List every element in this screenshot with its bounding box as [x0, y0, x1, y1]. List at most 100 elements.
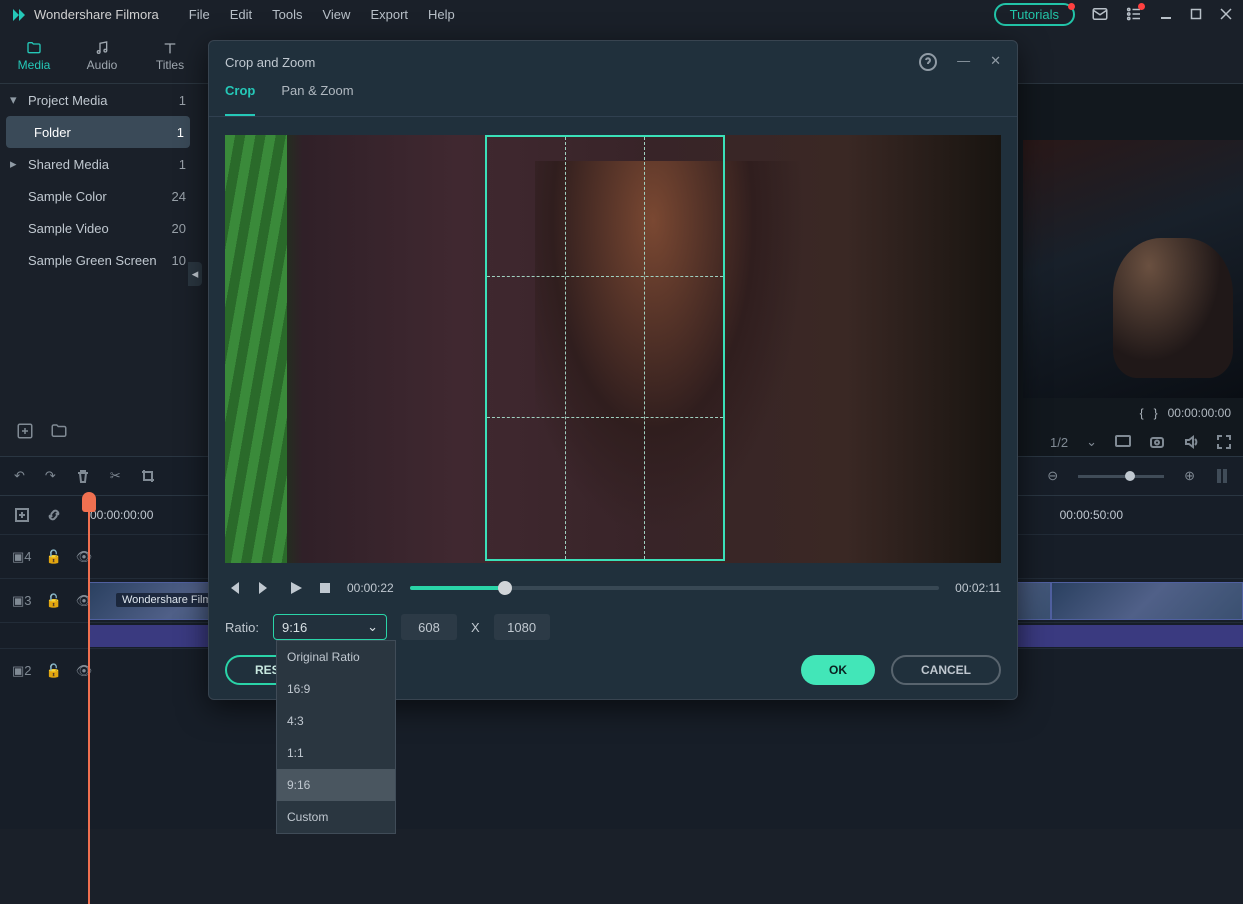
modal-tab-crop[interactable]: Crop: [225, 83, 255, 116]
modal-close-icon[interactable]: ✕: [990, 53, 1001, 71]
width-input[interactable]: 608: [401, 614, 457, 640]
meter-icon[interactable]: [1215, 467, 1229, 485]
display-icon[interactable]: [1115, 434, 1131, 450]
crop-rectangle[interactable]: [485, 135, 725, 561]
play-icon[interactable]: [289, 581, 303, 595]
fullscreen-icon[interactable]: [1217, 435, 1231, 449]
tasks-icon[interactable]: [1125, 5, 1143, 23]
crop-handle-bl[interactable]: [485, 547, 499, 561]
ok-button[interactable]: OK: [801, 655, 875, 685]
ratio-value: 9:16: [282, 620, 307, 635]
tree-item-count: 10: [172, 253, 186, 268]
crop-stage[interactable]: [225, 135, 1001, 563]
brace-right[interactable]: }: [1154, 406, 1158, 420]
total-time: 00:02:11: [955, 581, 1001, 595]
preview-timecode: 00:00:00:00: [1168, 406, 1231, 420]
tree-item-label: Folder: [34, 125, 71, 140]
tutorials-label: Tutorials: [1010, 7, 1059, 22]
modal-playbar: 00:00:22 00:02:11: [209, 571, 1017, 605]
zoom-out-icon[interactable]: ⊖: [1047, 468, 1058, 484]
chevron-down-icon: ▾: [10, 92, 22, 108]
delete-icon[interactable]: [76, 469, 90, 483]
ruler-time-0: 00:00:00:00: [90, 508, 153, 522]
ruler-time-1: 00:00:50:00: [1060, 508, 1123, 522]
lock-icon[interactable]: 🔓: [46, 593, 62, 609]
modal-tab-panzoom[interactable]: Pan & Zoom: [281, 83, 353, 116]
menu-tools[interactable]: Tools: [272, 7, 302, 22]
window-close-button[interactable]: [1219, 7, 1233, 21]
height-input[interactable]: 1080: [494, 614, 550, 640]
crop-icon[interactable]: [141, 469, 155, 483]
ratio-option-4-3[interactable]: 4:3: [277, 705, 395, 737]
crop-zoom-modal: Crop and Zoom — ✕ Crop Pan & Zoom 00:00:…: [208, 40, 1018, 700]
brace-left[interactable]: {: [1140, 406, 1144, 420]
crop-handle-tr[interactable]: [711, 135, 725, 149]
playhead[interactable]: [88, 504, 90, 904]
ratio-option-original[interactable]: Original Ratio: [277, 641, 395, 673]
modal-minimize-icon[interactable]: —: [957, 53, 970, 71]
tab-audio[interactable]: Audio: [68, 28, 136, 83]
crop-handle-br[interactable]: [711, 547, 725, 561]
tree-sample-green-screen[interactable]: Sample Green Screen 10: [0, 244, 196, 276]
redo-icon[interactable]: ↷: [45, 468, 56, 484]
ratio-select[interactable]: 9:16 ⌄: [273, 614, 387, 640]
ratio-option-16-9[interactable]: 16:9: [277, 673, 395, 705]
undo-icon[interactable]: ↶: [14, 468, 25, 484]
tree-item-count: 1: [177, 125, 184, 140]
track-index: ▣2: [12, 663, 32, 679]
crop-handle-tl[interactable]: [485, 135, 499, 149]
folder-icon: [26, 40, 42, 56]
help-icon[interactable]: [919, 53, 937, 71]
tree-project-media[interactable]: ▾ Project Media 1: [0, 84, 196, 116]
lock-icon[interactable]: 🔓: [46, 663, 62, 679]
camera-icon[interactable]: [1149, 434, 1165, 450]
menu-edit[interactable]: Edit: [230, 7, 252, 22]
new-folder-icon[interactable]: [50, 422, 68, 440]
link-icon[interactable]: [46, 507, 62, 523]
zoom-in-icon[interactable]: ⊕: [1184, 468, 1195, 484]
modal-header[interactable]: Crop and Zoom — ✕: [209, 41, 1017, 83]
menu-view[interactable]: View: [322, 7, 350, 22]
modal-title: Crop and Zoom: [225, 55, 315, 70]
prev-frame-icon[interactable]: [225, 580, 241, 596]
menu-export[interactable]: Export: [370, 7, 408, 22]
seek-thumb[interactable]: [498, 581, 512, 595]
tree-folder[interactable]: Folder 1: [6, 116, 190, 148]
window-minimize-button[interactable]: [1159, 7, 1173, 21]
speaker-icon[interactable]: [1183, 434, 1199, 450]
seek-slider[interactable]: [410, 586, 939, 590]
menu-bar: File Edit Tools View Export Help: [189, 7, 455, 22]
stop-icon[interactable]: [319, 582, 331, 594]
tree-item-count: 24: [172, 189, 186, 204]
import-icon[interactable]: [16, 422, 34, 440]
tree-sample-video[interactable]: Sample Video 20: [0, 212, 196, 244]
chevron-down-icon[interactable]: ⌄: [1086, 434, 1097, 450]
mail-icon[interactable]: [1091, 5, 1109, 23]
app-name: Wondershare Filmora: [34, 7, 159, 22]
next-frame-icon[interactable]: [257, 580, 273, 596]
text-icon: [162, 40, 178, 56]
collapse-panel-button[interactable]: ◂: [188, 262, 202, 286]
dimension-x: X: [471, 620, 480, 635]
tab-titles[interactable]: Titles: [136, 28, 204, 83]
lock-icon[interactable]: 🔓: [46, 549, 62, 565]
menu-file[interactable]: File: [189, 7, 210, 22]
tab-media[interactable]: Media: [0, 28, 68, 83]
menu-help[interactable]: Help: [428, 7, 455, 22]
app-logo-icon: [10, 6, 26, 22]
add-marker-icon[interactable]: [14, 507, 30, 523]
window-maximize-button[interactable]: [1189, 7, 1203, 21]
preview-image: [1023, 140, 1243, 398]
tree-sample-color[interactable]: Sample Color 24: [0, 180, 196, 212]
current-time: 00:00:22: [347, 581, 394, 595]
tutorials-button[interactable]: Tutorials: [994, 3, 1075, 26]
ratio-option-1-1[interactable]: 1:1: [277, 737, 395, 769]
ratio-label: Ratio:: [225, 620, 259, 635]
ratio-option-9-16[interactable]: 9:16: [277, 769, 395, 801]
tree-item-count: 20: [172, 221, 186, 236]
cancel-button[interactable]: CANCEL: [891, 655, 1001, 685]
ratio-option-custom[interactable]: Custom: [277, 801, 395, 833]
tree-shared-media[interactable]: ▸ Shared Media 1: [0, 148, 196, 180]
split-icon[interactable]: ✂: [110, 468, 121, 484]
tree-item-label: Shared Media: [28, 157, 109, 172]
